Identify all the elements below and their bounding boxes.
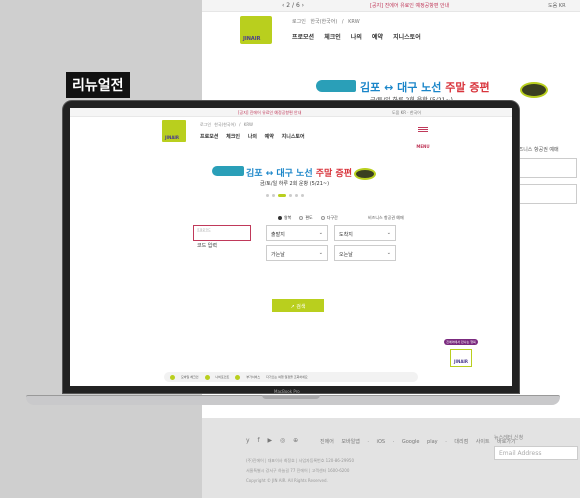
quick-menu-bar: 모바일 체크인 나비포인트 부가서비스 다가오는 여행 일정을 조회하세요: [164, 372, 418, 382]
banner-title-route: 김포 ↔ 대구 노선: [246, 169, 313, 179]
new-site-language[interactable]: 도움 KR · 한국어: [392, 110, 421, 116]
chevron-down-icon: ⌄: [386, 250, 391, 256]
old-banner-plane-image: [316, 80, 356, 92]
laptop-brand: MacBook Pro: [274, 389, 300, 394]
hamburger-icon-bar: [418, 131, 428, 132]
promo-code-label: 프로모코드: [197, 228, 211, 232]
radio-icon: [278, 216, 282, 220]
banner-dot-active[interactable]: [278, 194, 286, 197]
banner-dot[interactable]: [289, 194, 292, 197]
old-site-app-links[interactable]: 진에어 모바일앱 · iOS · Google play · 대리점 사이트 바…: [320, 438, 516, 445]
departure-label: 출발지: [271, 232, 285, 238]
chevron-down-icon: ⌄: [318, 250, 323, 256]
old-menu-item[interactable]: 지니스토어: [393, 34, 421, 41]
old-menu-item[interactable]: 체크인: [324, 34, 341, 41]
hamburger-icon-bar: [418, 129, 428, 130]
arrival-label: 도착지: [339, 232, 353, 238]
side-logo[interactable]: JINAIR: [450, 349, 472, 367]
old-site-social-icons[interactable]: y f ▶ ◎ ⊕: [246, 437, 298, 444]
banner-food-image: [354, 168, 376, 180]
chevron-down-icon: ⌄: [318, 230, 323, 236]
new-site-logo-text: JINAIR: [165, 135, 179, 140]
depart-date-label: 가는날: [271, 252, 285, 258]
banner-dot[interactable]: [272, 194, 275, 197]
return-date-select[interactable]: 오는날 ⌄: [334, 245, 396, 261]
old-banner-title-route: 김포 ↔ 대구 노선: [360, 81, 442, 94]
trip-type-roundtrip[interactable]: 왕복: [278, 215, 291, 221]
search-button[interactable]: ↗ 검색: [272, 299, 324, 312]
menu-label: MENU: [416, 144, 430, 149]
old-banner-food-image: [520, 82, 548, 98]
banner-dot[interactable]: [266, 194, 269, 197]
navi-point-icon: [204, 374, 210, 380]
newsletter-label: 뉴스레터 신청: [494, 435, 524, 441]
banner-dot[interactable]: [295, 194, 298, 197]
radio-icon: [299, 216, 304, 220]
old-banner-title-highlight: 주말 증편: [445, 81, 490, 94]
nav-item-checkin[interactable]: 체크인: [226, 134, 240, 140]
arrival-select[interactable]: 도착지 ⌄: [334, 225, 396, 241]
footer-text: 서울특별시 강서구 하늘길 77 진에어 | 고객센터 1600-6200: [246, 468, 350, 473]
old-site-util-links[interactable]: 로그인 한국(한국어) / KRW: [292, 18, 360, 25]
old-site-language[interactable]: 도움 KR: [548, 2, 566, 9]
nav-item-store[interactable]: 지니스토어: [282, 134, 305, 140]
radio-icon: [320, 216, 325, 220]
new-site-notice[interactable]: [공지] 진에어 유료인 예정공항편 안내: [238, 110, 301, 116]
old-site-select-box[interactable]: [517, 158, 577, 178]
extra-service-icon: [235, 374, 241, 380]
nav-item-my-booking[interactable]: 나의 예약: [248, 134, 274, 140]
new-site-nav: 프로모션 체크인 나의 예약 지니스토어: [200, 133, 305, 140]
banner-title-highlight: 주말 증편: [315, 169, 353, 179]
quick-item-navi-point[interactable]: 나비포인트: [216, 375, 230, 379]
old-site-notice[interactable]: [공지] 진에어 유료인 예정공항편 안내: [370, 2, 449, 9]
footer-text: Copyright © JIN AIR. All Rights Reserved…: [246, 478, 328, 483]
depart-date-select[interactable]: 가는날 ⌄: [266, 245, 328, 261]
renewal-before-label: 리뉴얼전: [66, 72, 130, 98]
menu-button[interactable]: MENU: [416, 126, 430, 152]
old-site-pager[interactable]: ‹ 2 / 6 ›: [282, 2, 304, 9]
banner-dot[interactable]: [301, 194, 304, 197]
quick-item-upcoming-trip[interactable]: 다가오는 여행 일정을 조회하세요: [266, 375, 308, 379]
hamburger-icon: [418, 127, 428, 128]
promo-code-input[interactable]: 프로모코드 코드 입력: [193, 225, 251, 249]
banner-pagination: [266, 194, 304, 197]
biz-ticket-link[interactable]: 비즈니스 항공권 예매: [368, 215, 404, 221]
side-promo-badge[interactable]: 진에어에서 만나는 행복: [444, 339, 478, 345]
new-site-util-links[interactable]: 로그인 한국(한국어) / KRW: [200, 122, 253, 128]
trip-type-group: 왕복 편도 다구간: [278, 215, 338, 221]
banner-subtitle: 금/토/일 하루 2회 운항 (5/21~): [260, 181, 330, 187]
chevron-down-icon: ⌄: [386, 230, 391, 236]
trip-type-oneway[interactable]: 편도: [299, 215, 313, 221]
old-site-logo-text: JINAIR: [243, 36, 261, 42]
quick-item-extra-service[interactable]: 부가서비스: [246, 375, 260, 379]
departure-select[interactable]: 출발지 ⌄: [266, 225, 328, 241]
trip-type-label: 편도: [305, 215, 313, 220]
old-banner-title: 김포 ↔ 대구 노선 주말 증편: [360, 79, 490, 95]
trip-type-label: 왕복: [284, 215, 292, 220]
nav-item-promotion[interactable]: 프로모션: [200, 134, 218, 140]
return-date-label: 오는날: [339, 252, 353, 258]
trip-type-label: 다구간: [326, 215, 338, 220]
banner-plane-image: [212, 166, 244, 176]
old-site-main-menu: 프로모션 체크인 나의 예약 지니스토어: [292, 32, 421, 41]
quick-item-mobile-checkin[interactable]: 모바일 체크인: [181, 375, 199, 379]
laptop-notch: [262, 395, 320, 399]
laptop-screen: [공지] 진에어 유료인 예정공항편 안내 도움 KR · 한국어 JINAIR…: [70, 108, 512, 386]
promo-code-value: 코드 입력: [197, 243, 217, 249]
old-menu-item[interactable]: 프로모션: [292, 34, 314, 41]
old-site-select-box[interactable]: [517, 184, 577, 204]
newsletter-email-input[interactable]: Email Address: [494, 446, 578, 460]
old-menu-item[interactable]: 나의 예약: [351, 34, 383, 41]
mobile-checkin-icon: [170, 374, 175, 380]
banner-title: 김포 ↔ 대구 노선 주말 증편: [246, 166, 352, 179]
old-site-biz-link[interactable]: 비즈니스 항공권 예매: [514, 146, 559, 153]
footer-text: (주)진에어 | 대표이사 최정호 | 사업자등록번호 120-86-29950: [246, 458, 355, 463]
trip-type-multicity[interactable]: 다구간: [320, 215, 338, 221]
